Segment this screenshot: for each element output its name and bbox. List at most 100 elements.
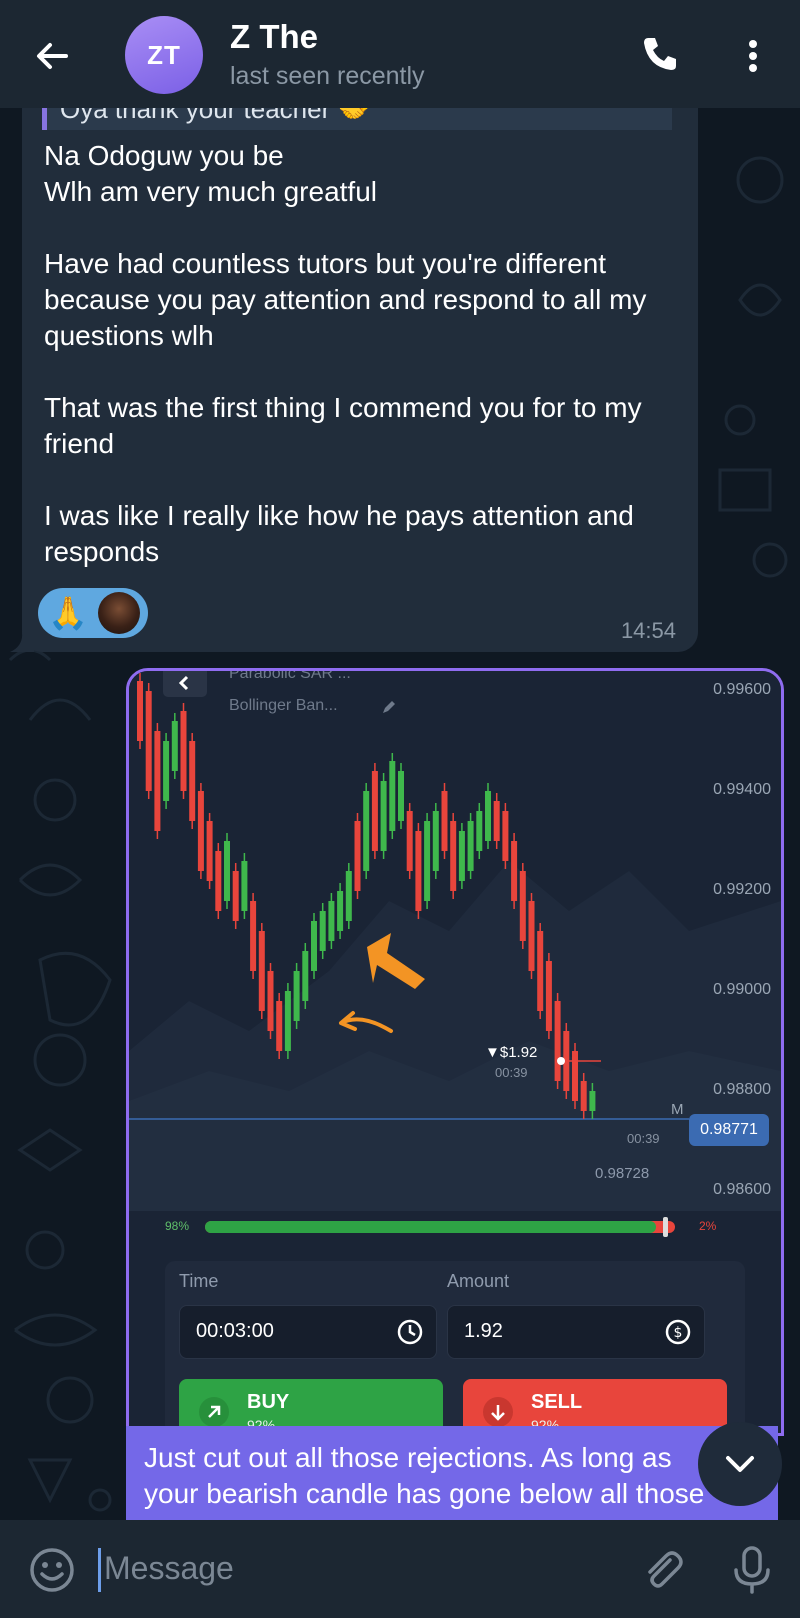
smile-icon[interactable] xyxy=(28,1546,76,1594)
candle-body xyxy=(163,741,170,801)
candle-body xyxy=(363,791,370,871)
candle-body xyxy=(293,971,300,1021)
chevron-down-icon xyxy=(726,1456,754,1472)
candle-body xyxy=(406,811,413,871)
more-vertical-icon[interactable] xyxy=(738,36,768,76)
candle-body xyxy=(171,721,178,771)
candle-body xyxy=(145,691,152,791)
candle-body xyxy=(311,921,317,971)
scroll-to-bottom-button[interactable] xyxy=(698,1422,782,1506)
chat-header: ZT Z The last seen recently xyxy=(0,0,800,108)
reaction-chip[interactable]: 🙏 xyxy=(38,588,148,638)
candle-body xyxy=(206,821,213,881)
arrow-down-icon xyxy=(483,1397,513,1427)
message-composer: Message xyxy=(0,1520,800,1618)
candle-body xyxy=(424,821,431,901)
buy-label: BUY xyxy=(247,1391,290,1413)
caption-line-2: your bearish candle has gone below all t… xyxy=(144,1478,705,1509)
candle-body xyxy=(189,741,196,821)
candlestick-chart xyxy=(129,671,781,1211)
line-label: M xyxy=(671,1101,684,1118)
candle-body xyxy=(458,831,465,881)
time-field[interactable]: 00:03:00 xyxy=(179,1305,437,1359)
last-seen-status: last seen recently xyxy=(230,62,425,90)
amount-label: Amount xyxy=(447,1271,510,1291)
candle-body xyxy=(476,811,483,851)
indicator-parabolic-sar: Parabolic SAR ... xyxy=(229,668,351,682)
candle-body xyxy=(432,811,439,871)
candle-body xyxy=(137,681,143,741)
candle-body xyxy=(258,931,265,1011)
candle-body xyxy=(354,821,361,891)
microphone-icon[interactable] xyxy=(730,1544,774,1596)
candle-body xyxy=(415,831,422,911)
clock-icon[interactable] xyxy=(396,1318,424,1346)
price-tick: 0.99600 xyxy=(713,681,771,698)
candle-body xyxy=(302,951,309,1001)
candle-body xyxy=(154,731,161,831)
caption-line-1: Just cut out all those rejections. As lo… xyxy=(144,1442,672,1473)
arrow-up-right-icon xyxy=(199,1397,229,1427)
indicator-bollinger: Bollinger Ban... xyxy=(229,697,338,714)
candle-body xyxy=(511,841,518,901)
candle-body xyxy=(197,791,204,871)
buyers-percent: 98% xyxy=(165,1219,190,1233)
image-caption-bubble[interactable]: Just cut out all those rejections. As lo… xyxy=(126,1426,778,1521)
sellers-percent: 2% xyxy=(699,1219,717,1233)
reactor-avatar xyxy=(98,592,140,634)
price-tick: 0.98800 xyxy=(713,1081,771,1098)
price-tick: 0.99000 xyxy=(713,981,771,998)
candle-body xyxy=(450,821,457,891)
candle-body xyxy=(371,771,378,851)
candle-body xyxy=(224,841,230,901)
svg-text:$: $ xyxy=(674,1325,683,1341)
arrow-left-icon[interactable] xyxy=(30,34,74,78)
paperclip-icon[interactable] xyxy=(638,1546,686,1594)
price-tick: 0.98600 xyxy=(713,1181,771,1198)
trade-amount: ▼$1.92 xyxy=(485,1044,538,1061)
phone-icon[interactable] xyxy=(640,34,680,74)
message-input[interactable]: Message xyxy=(104,1550,234,1587)
amount-field[interactable]: 1.92 $ xyxy=(447,1305,705,1359)
candle-body xyxy=(441,791,448,851)
dollar-icon[interactable]: $ xyxy=(664,1318,692,1346)
candle-body xyxy=(241,861,248,911)
time-label: Time xyxy=(179,1271,219,1291)
incoming-message-bubble[interactable]: Oya thank your teacher 🤝 Na Odoguw you b… xyxy=(10,108,698,652)
candle-body xyxy=(215,851,222,911)
candle-body xyxy=(389,761,396,831)
candle-body xyxy=(467,821,474,871)
candle-body xyxy=(250,901,257,971)
candle-body xyxy=(519,871,526,941)
candle-body xyxy=(528,901,535,971)
sentiment-bar: 98% 2% xyxy=(165,1211,745,1251)
chart-screenshot-image[interactable]: Parabolic SAR ... Bollinger Ban... 0.996… xyxy=(126,668,784,1436)
reply-preview-text: Oya thank your teacher 🤝 xyxy=(60,108,370,124)
candle-body xyxy=(267,971,274,1031)
candle-body xyxy=(337,891,344,931)
candle-body xyxy=(284,991,291,1051)
candle-body xyxy=(328,901,335,941)
reply-accent-bar xyxy=(42,108,47,130)
price-tick: 0.99400 xyxy=(713,781,771,798)
sentiment-bar-fill xyxy=(205,1221,657,1233)
sentiment-bar-handle xyxy=(663,1217,668,1237)
candle-body xyxy=(345,871,352,921)
candle-body xyxy=(554,1001,561,1081)
candle-body xyxy=(398,771,404,821)
pencil-icon[interactable] xyxy=(381,699,397,715)
trade-timer: 00:39 xyxy=(495,1065,528,1080)
time-value: 00:03:00 xyxy=(196,1320,274,1342)
candle-body xyxy=(180,711,187,791)
candle-body xyxy=(580,1081,587,1111)
candle-body xyxy=(572,1051,578,1101)
avatar[interactable]: ZT xyxy=(125,16,203,94)
reply-preview[interactable]: Oya thank your teacher 🤝 xyxy=(42,108,672,130)
current-price-tag: 0.98771 xyxy=(689,1114,769,1146)
candle-body xyxy=(537,931,544,1011)
caption-text: Just cut out all those rejections. As lo… xyxy=(144,1440,778,1512)
chat-title[interactable]: Z The xyxy=(230,18,318,56)
price-tick: 0.99200 xyxy=(713,881,771,898)
candle-body xyxy=(502,811,509,861)
pray-reaction-icon: 🙏 xyxy=(48,595,88,631)
